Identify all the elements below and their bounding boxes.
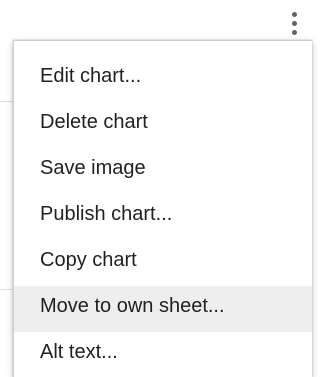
chart-options-menu: Edit chart... Delete chart Save image Pu… (13, 40, 312, 377)
kebab-dot (291, 20, 297, 26)
menu-item-copy-chart[interactable]: Copy chart (14, 240, 312, 286)
kebab-dot (291, 29, 297, 35)
chart-context-menu-screen: Edit chart... Delete chart Save image Pu… (0, 0, 312, 377)
menu-item-edit-chart[interactable]: Edit chart... (14, 56, 312, 102)
kebab-dot (291, 11, 297, 17)
menu-item-save-image[interactable]: Save image (14, 148, 312, 194)
menu-item-publish-chart[interactable]: Publish chart... (14, 194, 312, 240)
menu-item-delete-chart[interactable]: Delete chart (14, 102, 312, 148)
menu-item-alt-text[interactable]: Alt text... (14, 332, 312, 377)
chart-gridline (0, 289, 14, 290)
menu-item-move-to-own-sheet[interactable]: Move to own sheet... (14, 286, 312, 332)
more-vertical-icon[interactable] (286, 8, 302, 38)
chart-gridline (0, 101, 14, 102)
